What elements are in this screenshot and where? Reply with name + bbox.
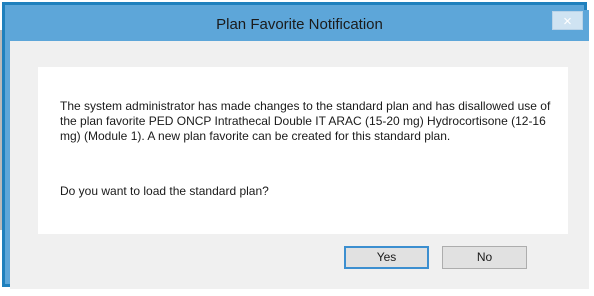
close-button[interactable]: × — [552, 11, 583, 30]
question-text: Do you want to load the standard plan? — [60, 184, 269, 198]
dialog-title: Plan Favorite Notification — [216, 16, 383, 33]
button-bar: Yes No — [38, 234, 568, 278]
message-text: The system administrator has made change… — [60, 99, 551, 143]
yes-button[interactable]: Yes — [344, 246, 429, 269]
title-bar[interactable]: Plan Favorite Notification × — [10, 10, 589, 41]
plan-favorite-dialog: Plan Favorite Notification × The system … — [10, 10, 589, 289]
close-icon: × — [563, 13, 572, 30]
dialog-frame: Plan Favorite Notification × The system … — [2, 2, 589, 289]
no-button[interactable]: No — [442, 246, 527, 269]
